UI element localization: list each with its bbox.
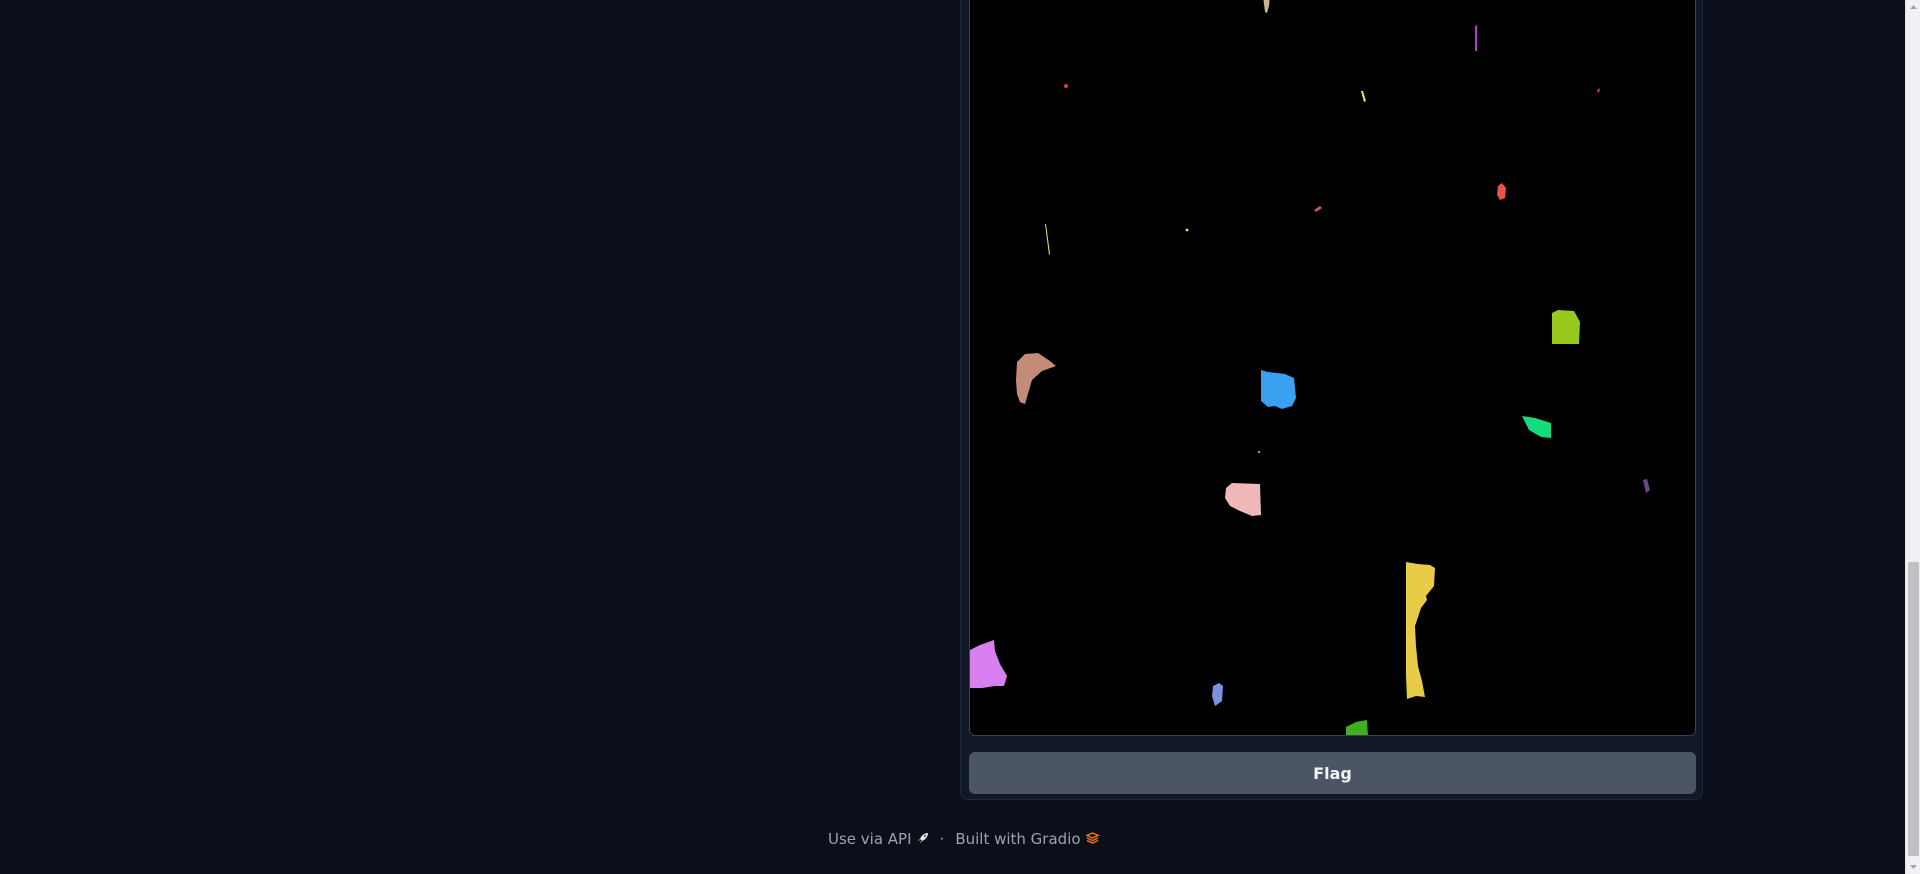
scroll-down-arrow-icon[interactable] — [1906, 860, 1920, 874]
segment-mask — [1475, 25, 1477, 51]
use-via-api-label: Use via API — [828, 830, 912, 848]
gradio-app: Flag Use via API · Built with Gradio — [0, 0, 1920, 874]
segment-mask — [1064, 84, 1068, 88]
built-with-gradio-link[interactable]: Built with Gradio — [955, 830, 1100, 848]
use-via-api-link[interactable]: Use via API — [828, 830, 929, 848]
built-with-gradio-label: Built with Gradio — [955, 830, 1081, 848]
gradio-logo-icon — [1084, 830, 1100, 848]
flag-button[interactable]: Flag — [969, 752, 1696, 794]
page-scrollbar[interactable] — [1905, 0, 1920, 874]
segment-mask — [1552, 310, 1580, 344]
segment-mask — [1258, 451, 1260, 453]
segmentation-output-image — [969, 0, 1696, 736]
output-panel: Flag — [960, 0, 1703, 800]
scroll-up-arrow-icon[interactable] — [1906, 0, 1920, 14]
footer-separator: · — [939, 830, 945, 848]
segment-mask — [1185, 228, 1189, 232]
rocket-icon — [917, 830, 929, 848]
footer: Use via API · Built with Gradio — [828, 827, 1100, 851]
segmentation-mask — [970, 0, 1695, 735]
scrollbar-thumb[interactable] — [1908, 562, 1919, 856]
